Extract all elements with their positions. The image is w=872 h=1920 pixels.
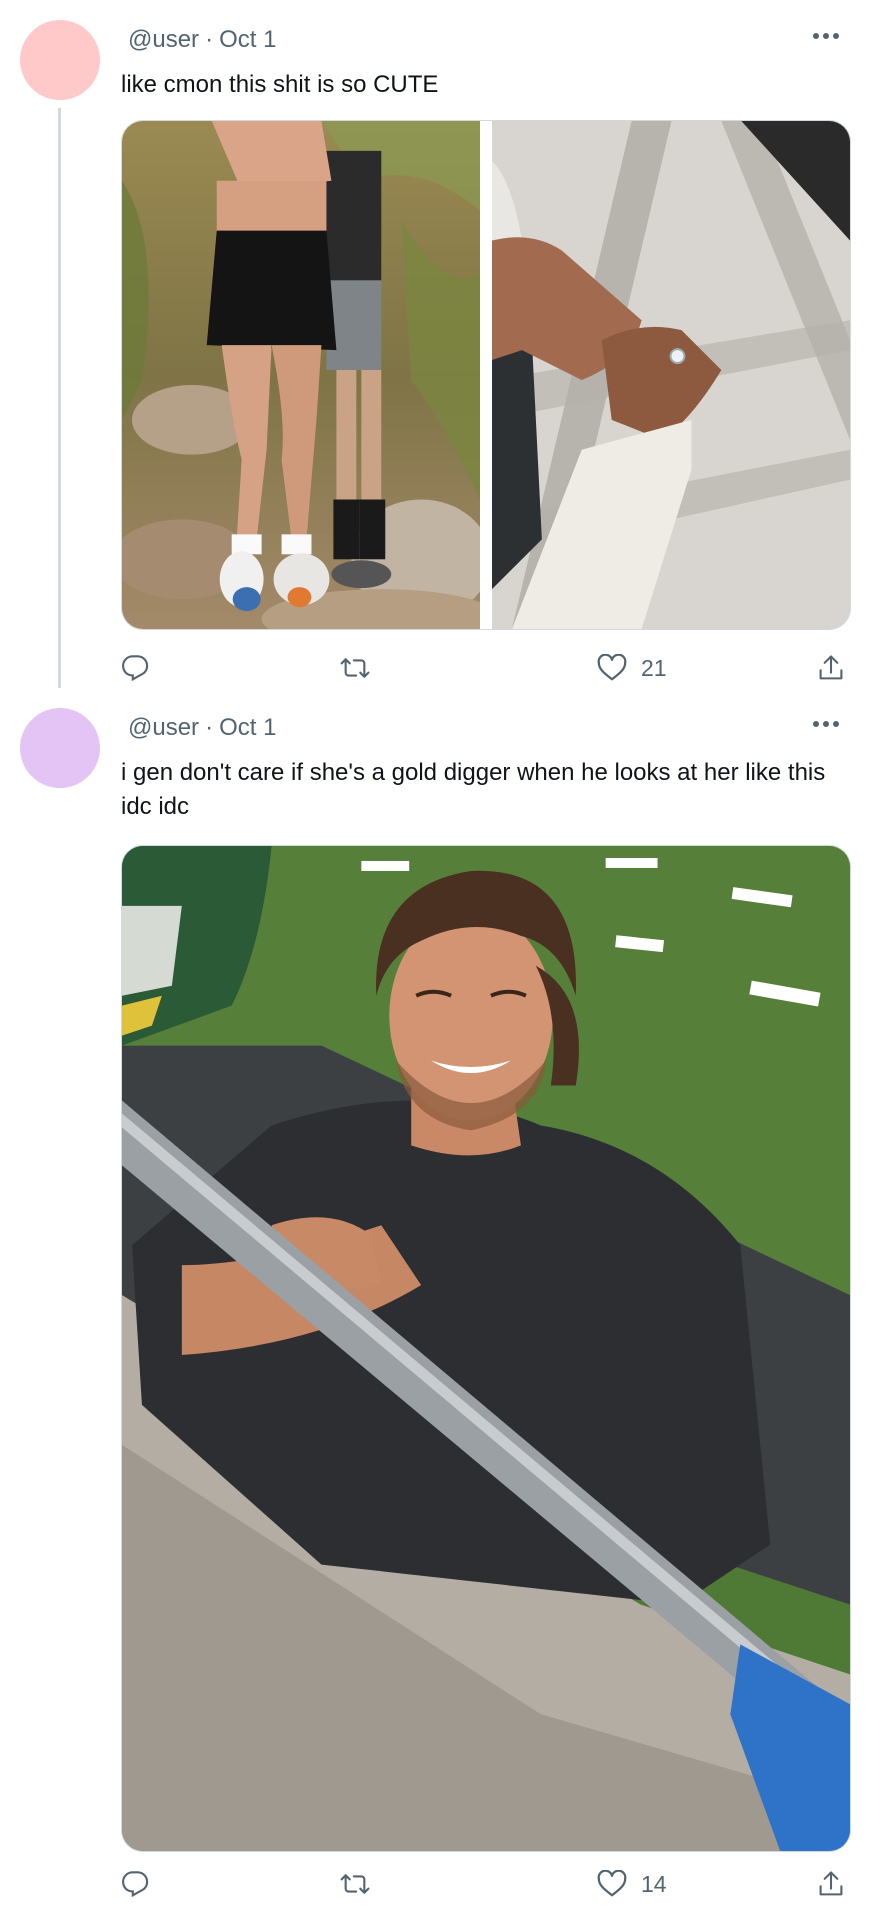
tweet-actions: 14 — [121, 1864, 851, 1904]
meta-separator: · — [205, 26, 214, 53]
meta-separator: · — [205, 714, 214, 741]
share-icon — [817, 653, 845, 683]
thread-connector-line — [58, 108, 61, 688]
like-button[interactable]: 14 — [597, 1864, 667, 1904]
tweet-media[interactable] — [121, 845, 851, 1852]
tweet-meta: @user · Oct 1 — [128, 712, 276, 744]
couple-hugging-photo[interactable] — [122, 121, 480, 629]
tweet-text: like cmon this shit is so CUTE — [121, 71, 439, 98]
tweet-meta: @user · Oct 1 — [128, 24, 276, 56]
reply-button[interactable] — [121, 1864, 149, 1904]
tweet[interactable]: @user · Oct 1 like cmon this shit is so CU… — [0, 0, 872, 688]
share-button[interactable] — [817, 1864, 845, 1904]
like-count: 21 — [641, 654, 667, 681]
tweet-date[interactable]: Oct 1 — [219, 714, 276, 741]
heart-icon — [597, 654, 627, 682]
more-icon[interactable] — [806, 710, 846, 738]
avatar[interactable] — [20, 20, 100, 100]
reply-button[interactable] — [121, 648, 149, 688]
retweet-icon — [339, 1870, 371, 1898]
share-icon — [817, 1869, 845, 1899]
tweet-text: i gen don't care if she's a gold digger … — [121, 759, 832, 820]
reply-icon — [121, 1870, 149, 1898]
retweet-button[interactable] — [339, 1864, 371, 1904]
avatar[interactable] — [20, 708, 100, 788]
tweet-media[interactable] — [121, 120, 851, 630]
retweet-icon — [339, 654, 371, 682]
tweet[interactable]: @user · Oct 1 i gen don't care if she's a … — [0, 688, 872, 1920]
like-button[interactable]: 21 — [597, 648, 667, 688]
more-icon[interactable] — [806, 22, 846, 50]
user-handle[interactable]: @user — [128, 714, 199, 741]
heart-icon — [597, 1870, 627, 1898]
reply-icon — [121, 654, 149, 682]
retweet-button[interactable] — [339, 648, 371, 688]
tweet-actions: 21 — [121, 648, 851, 688]
tweet-date[interactable]: Oct 1 — [219, 26, 276, 53]
like-count: 14 — [641, 1870, 667, 1897]
ring-hands-photo[interactable] — [492, 121, 850, 629]
user-handle[interactable]: @user — [128, 26, 199, 53]
share-button[interactable] — [817, 648, 845, 688]
smiling-man-photo[interactable] — [122, 846, 850, 1851]
